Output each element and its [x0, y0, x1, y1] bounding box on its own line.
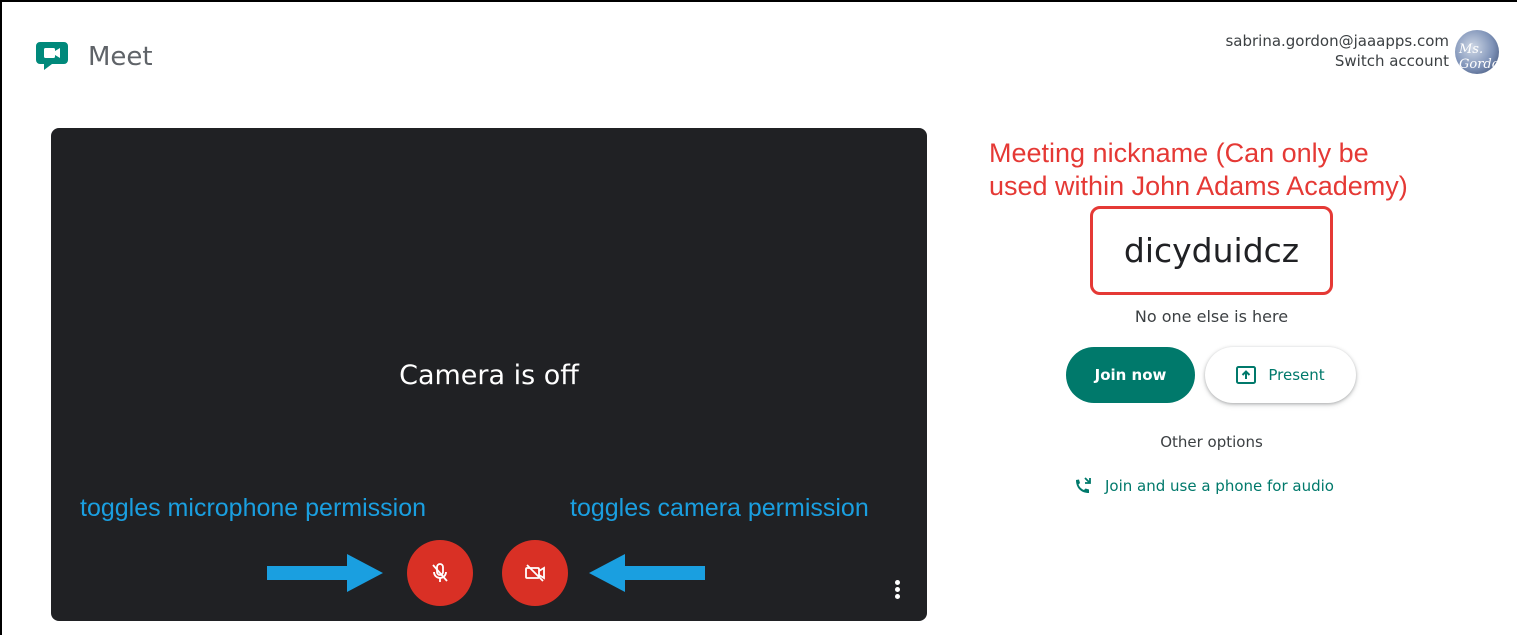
join-now-button[interactable]: Join now: [1066, 347, 1195, 403]
phone-audio-label: Join and use a phone for audio: [1105, 477, 1334, 495]
account-email: sabrina.gordon@jaaapps.com: [1225, 32, 1449, 50]
app-name: Meet: [88, 42, 153, 72]
avatar[interactable]: Ms. Gordon: [1455, 30, 1499, 74]
avatar-text: Ms. Gordon: [1459, 42, 1499, 72]
camera-status: Camera is off: [399, 360, 579, 391]
other-options[interactable]: Other options: [1090, 433, 1333, 451]
arrow-right-icon: [267, 554, 383, 592]
meet-logo-icon: [36, 42, 68, 70]
present-button[interactable]: Present: [1205, 347, 1356, 403]
present-label: Present: [1268, 366, 1325, 384]
meeting-code: dicyduidcz: [1090, 206, 1333, 295]
nickname-annotation-line2: used within John Adams Academy): [989, 171, 1408, 201]
mic-toggle-button[interactable]: [407, 540, 473, 606]
present-screen-icon: [1236, 366, 1257, 384]
more-vert-icon: [895, 580, 900, 585]
arrow-left-icon: [589, 554, 705, 592]
phone-audio-icon: [1076, 477, 1091, 493]
video-preview: Camera is off toggles microphone permiss…: [51, 128, 927, 621]
phone-audio-link[interactable]: Join and use a phone for audio: [1073, 477, 1334, 495]
more-options-button[interactable]: [895, 580, 901, 600]
camera-off-icon: [525, 564, 545, 582]
account-info: sabrina.gordon@jaaapps.com Switch accoun…: [1225, 32, 1449, 70]
camera-toggle-button[interactable]: [502, 540, 568, 606]
nickname-annotation: Meeting nickname (Can only be used withi…: [989, 137, 1408, 203]
nickname-annotation-line1: Meeting nickname (Can only be: [989, 138, 1369, 168]
camera-annotation: toggles camera permission: [570, 494, 869, 522]
mic-annotation: toggles microphone permission: [80, 494, 427, 522]
mic-off-icon: [432, 563, 448, 582]
switch-account-link[interactable]: Switch account: [1225, 52, 1449, 70]
participant-status: No one else is here: [1134, 307, 1289, 326]
